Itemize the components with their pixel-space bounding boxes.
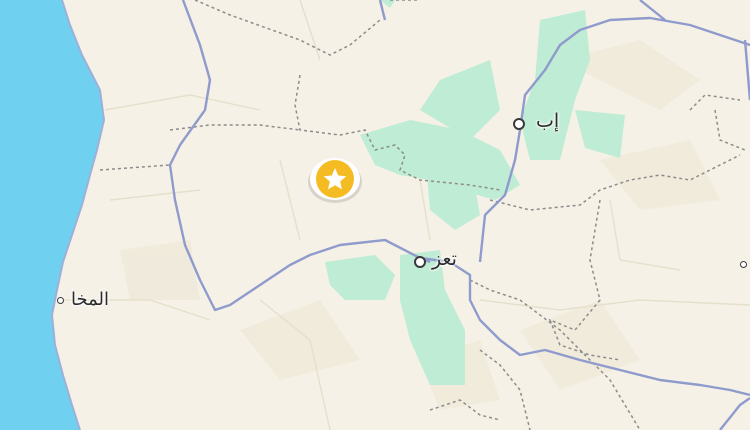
map-canvas[interactable]: إب تعز المخا — [0, 0, 750, 430]
city-dot-taiz[interactable] — [414, 256, 426, 268]
city-label-ibb[interactable]: إب — [536, 112, 559, 131]
city-dot-ibb[interactable] — [513, 118, 525, 130]
city-dot-offscreen[interactable] — [740, 261, 747, 268]
location-marker[interactable] — [307, 155, 363, 203]
city-dot-mokha[interactable] — [57, 297, 64, 304]
city-label-mokha[interactable]: المخا — [71, 291, 109, 309]
red-sea — [0, 0, 104, 430]
city-label-taiz[interactable]: تعز — [432, 250, 457, 269]
star-icon — [308, 158, 362, 203]
map-base-layer — [0, 0, 750, 430]
